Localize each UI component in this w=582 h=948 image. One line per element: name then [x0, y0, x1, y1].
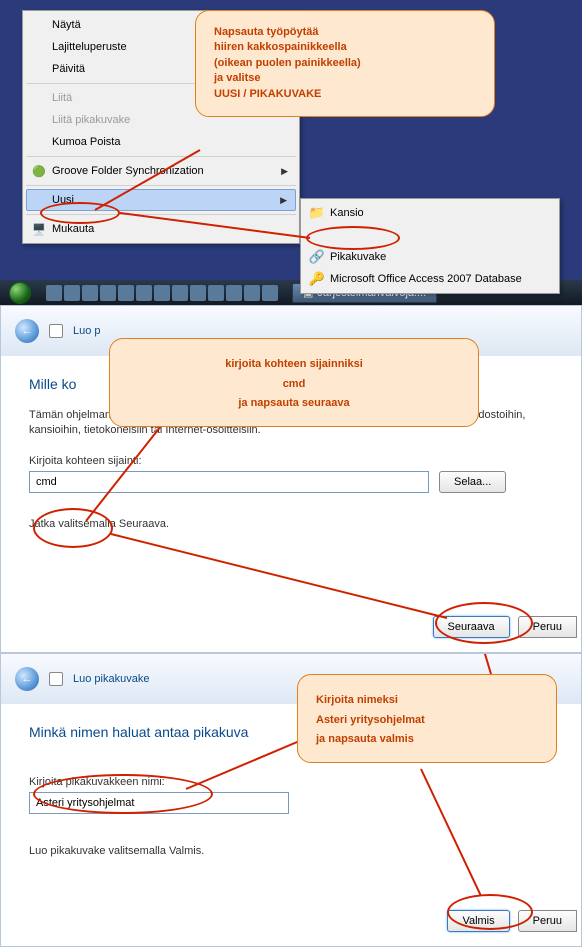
- menu-separator: [26, 185, 296, 186]
- folder-icon: 📁: [309, 205, 325, 221]
- menu-label: Mukauta: [52, 223, 94, 235]
- menu-label: Päivitä: [52, 63, 85, 75]
- browse-button[interactable]: Selaa...: [439, 471, 506, 493]
- menu-label: Kumoa Poista: [52, 136, 120, 148]
- taskbar-app-icon[interactable]: [136, 285, 152, 301]
- shortcut-wizard-icon: [49, 672, 63, 686]
- taskbar-app-icon[interactable]: [82, 285, 98, 301]
- taskbar-app-icon[interactable]: [100, 285, 116, 301]
- instruction-callout-1: Napsauta työpöytää hiiren kakkospainikke…: [195, 10, 495, 117]
- personalize-icon: 🖥️: [31, 221, 47, 237]
- back-button[interactable]: ←: [15, 667, 39, 691]
- access-icon: 🔑: [309, 271, 325, 287]
- menu-label: Groove Folder Synchronization: [52, 165, 204, 177]
- callout-line: Asteri yritysohjelmat: [316, 714, 425, 726]
- menu-label: Lajitteluperuste: [52, 41, 127, 53]
- new-submenu: 📁 Kansio 🔗 Pikakuvake 🔑 Microsoft Office…: [300, 198, 560, 294]
- wizard-name-window: ← Luo pikakuvake Minkä nimen haluat anta…: [0, 653, 582, 947]
- menu-label: Microsoft Office Access 2007 Database: [330, 273, 522, 285]
- submenu-item-access[interactable]: 🔑 Microsoft Office Access 2007 Database: [304, 268, 556, 290]
- name-input[interactable]: [29, 792, 289, 814]
- wizard-title: Luo pikakuvake: [73, 673, 149, 685]
- submenu-item-shortcut[interactable]: 🔗 Pikakuvake: [304, 246, 556, 268]
- instruction-callout-2: kirjoita kohteen sijainniksi cmd ja naps…: [109, 338, 479, 427]
- menu-label: Näytä: [52, 19, 81, 31]
- taskbar-app-icon[interactable]: [208, 285, 224, 301]
- shortcut-wizard-icon: [49, 324, 63, 338]
- menu-separator: [26, 156, 296, 157]
- submenu-item-folder[interactable]: 📁 Kansio: [304, 202, 556, 224]
- callout-line: ja napsauta valmis: [316, 733, 414, 745]
- taskbar-app-icon[interactable]: [226, 285, 242, 301]
- menu-item-personalize[interactable]: 🖥️ Mukauta: [26, 218, 296, 240]
- start-button[interactable]: [0, 280, 40, 305]
- quick-launch: [40, 285, 284, 301]
- menu-separator: [26, 214, 296, 215]
- wizard-title: Luo p: [73, 325, 101, 337]
- callout-line: (oikean puolen painikkeella): [214, 56, 476, 71]
- name-label: Kirjoita pikakuvakkeen nimi:: [29, 776, 553, 788]
- arrow-left-icon: ←: [22, 325, 33, 337]
- callout-line: ja napsauta seuraava: [238, 397, 349, 409]
- taskbar-app-icon[interactable]: [262, 285, 278, 301]
- menu-label: Pikakuvake: [330, 251, 386, 263]
- taskbar-app-icon[interactable]: [46, 285, 62, 301]
- menu-label: Uusi: [52, 194, 74, 206]
- callout-line: Kirjoita nimeksi: [316, 694, 398, 706]
- menu-separator: [304, 224, 556, 246]
- taskbar-app-icon[interactable]: [190, 285, 206, 301]
- taskbar-app-icon[interactable]: [118, 285, 134, 301]
- desktop-context-area: Näytä ▶ Lajitteluperuste ▶ Päivitä Liitä…: [0, 0, 582, 280]
- windows-orb-icon: [9, 282, 31, 304]
- taskbar-app-icon[interactable]: [172, 285, 188, 301]
- chevron-right-icon: ▶: [281, 166, 288, 177]
- menu-item-new[interactable]: Uusi ▶: [26, 189, 296, 211]
- callout-line: Napsauta työpöytää: [214, 25, 476, 40]
- callout-line: cmd: [283, 378, 306, 390]
- taskbar-app-icon[interactable]: [154, 285, 170, 301]
- cancel-button[interactable]: Peruu: [518, 616, 577, 638]
- next-button[interactable]: Seuraava: [433, 616, 510, 638]
- location-row: Selaa...: [29, 471, 553, 493]
- cancel-button[interactable]: Peruu: [518, 910, 577, 932]
- instruction-callout-3: Kirjoita nimeksi Asteri yritysohjelmat j…: [297, 674, 557, 763]
- finish-button[interactable]: Valmis: [447, 910, 509, 932]
- menu-item-undo-delete[interactable]: Kumoa Poista: [26, 131, 296, 153]
- chevron-right-icon: ▶: [280, 195, 287, 206]
- callout-line: kirjoita kohteen sijainniksi: [225, 358, 363, 370]
- wizard-footer: Valmis Peruu: [443, 910, 581, 932]
- arrow-left-icon: ←: [22, 673, 33, 685]
- menu-label: Kansio: [330, 207, 364, 219]
- wizard-footer: Seuraava Peruu: [429, 616, 581, 638]
- wizard-hint: Luo pikakuvake valitsemalla Valmis.: [29, 844, 553, 859]
- location-label: Kirjoita kohteen sijainti:: [29, 455, 553, 467]
- taskbar-app-icon[interactable]: [244, 285, 260, 301]
- wizard-hint: Jatka valitsemalla Seuraava.: [29, 517, 553, 532]
- callout-line: UUSI / PIKAKUVAKE: [214, 87, 476, 102]
- location-input[interactable]: [29, 471, 429, 493]
- groove-icon: 🟢: [31, 163, 47, 179]
- back-button[interactable]: ←: [15, 319, 39, 343]
- taskbar-app-icon[interactable]: [64, 285, 80, 301]
- menu-label: Liitä pikakuvake: [52, 114, 130, 126]
- menu-label: Liitä: [52, 92, 72, 104]
- shortcut-icon: 🔗: [309, 249, 325, 265]
- callout-line: ja valitse: [214, 71, 476, 86]
- wizard-location-window: ← Luo p Mille ko Tämän ohjelman avulla v…: [0, 305, 582, 653]
- callout-line: hiiren kakkospainikkeella: [214, 40, 476, 55]
- menu-item-groove[interactable]: 🟢 Groove Folder Synchronization ▶: [26, 160, 296, 182]
